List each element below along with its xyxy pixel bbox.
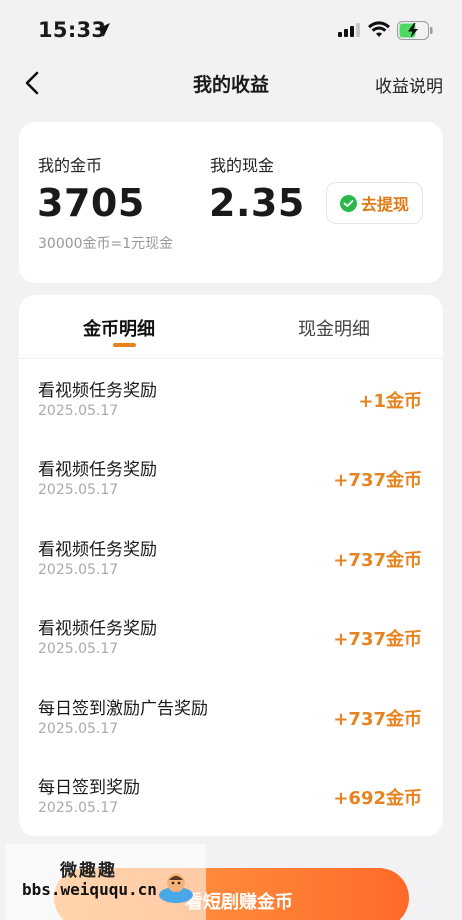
record-amount: +737金币: [333, 470, 422, 491]
record-date: 2025.05.17: [38, 800, 119, 816]
record-amount: +737金币: [333, 550, 422, 571]
record-date: 2025.05.17: [38, 403, 119, 419]
record-row[interactable]: 看视频任务奖励 2025.05.17 +737金币: [19, 614, 443, 693]
record-row[interactable]: 看视频任务奖励 2025.05.17 +737金币: [19, 535, 443, 614]
location-arrow-icon: [96, 23, 110, 37]
status-bar: 15:33: [0, 0, 462, 60]
record-title: 看视频任务奖励: [38, 381, 157, 401]
earnings-detail-card: 金币明细 现金明细 看视频任务奖励 2025.05.17 +1金币 看视频任务奖…: [19, 295, 443, 836]
navigation-bar: 我的收益 收益说明: [0, 60, 462, 106]
wifi-icon: [368, 21, 390, 37]
record-date: 2025.05.17: [38, 721, 119, 737]
cellular-signal-icon: [338, 23, 360, 37]
record-date: 2025.05.17: [38, 641, 119, 657]
active-tab-indicator: [113, 343, 136, 347]
record-title: 每日签到奖励: [38, 778, 140, 798]
record-title: 每日签到激励广告奖励: [38, 699, 208, 719]
coin-balance: 3705: [37, 181, 145, 225]
tab-coin-details[interactable]: 金币明细: [83, 315, 155, 341]
detail-tabs: 金币明细 现金明细: [19, 295, 443, 359]
cash-balance: 2.35: [209, 181, 305, 225]
record-amount: +692金币: [333, 788, 422, 809]
record-row[interactable]: 看视频任务奖励 2025.05.17 +1金币: [19, 376, 443, 455]
record-row[interactable]: 每日签到激励广告奖励 2025.05.17 +737金币: [19, 694, 443, 773]
earnings-summary-card: 我的金币 3705 我的现金 2.35 30000金币=1元现金 去提现: [19, 122, 443, 283]
record-amount: +737金币: [333, 629, 422, 650]
earnings-help-link[interactable]: 收益说明: [375, 72, 443, 97]
record-date: 2025.05.17: [38, 562, 119, 578]
withdraw-button[interactable]: 去提现: [326, 182, 423, 224]
withdraw-label: 去提现: [360, 195, 409, 214]
record-amount: +1金币: [358, 391, 422, 412]
coin-label: 我的金币: [38, 156, 103, 175]
watermark-url: bbs.weiququ.cn: [22, 880, 157, 899]
record-row[interactable]: 看视频任务奖励 2025.05.17 +737金币: [19, 455, 443, 534]
exchange-rate-note: 30000金币=1元现金: [38, 236, 174, 252]
cash-label: 我的现金: [210, 156, 275, 175]
battery-charging-icon: [397, 21, 433, 40]
tab-cash-details[interactable]: 现金明细: [298, 315, 370, 341]
record-date: 2025.05.17: [38, 482, 119, 498]
record-title: 看视频任务奖励: [38, 619, 157, 639]
record-title: 看视频任务奖励: [38, 540, 157, 560]
record-title: 看视频任务奖励: [38, 460, 157, 480]
record-row[interactable]: 每日签到奖励 2025.05.17 +692金币: [19, 773, 443, 836]
watermark-title: 微趣趣: [60, 861, 117, 881]
drama-play-icon: [159, 874, 193, 903]
wechat-chat-icon: [339, 194, 357, 212]
record-amount: +737金币: [333, 709, 422, 730]
